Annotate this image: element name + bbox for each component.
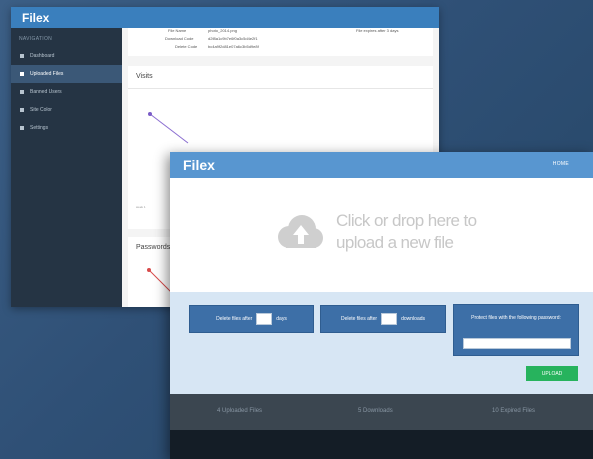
- sidebar-item-dashboard[interactable]: Dashboard: [11, 47, 122, 65]
- home-icon: [20, 54, 24, 58]
- files-icon: [20, 72, 24, 76]
- footer-bar: [170, 430, 593, 459]
- nav-home-link[interactable]: HOME: [553, 161, 569, 167]
- protect-password-label: Protect files with the following passwor…: [471, 315, 561, 321]
- panel-divider: [128, 88, 433, 89]
- delete-days-prefix: Delete files after: [216, 316, 253, 322]
- ban-icon: [20, 90, 24, 94]
- admin-sidebar: NAVIGATION Dashboard Uploaded Files Bann…: [11, 28, 122, 307]
- admin-logo: Filex: [22, 11, 50, 25]
- upload-options: Delete files after days Delete files aft…: [170, 292, 593, 394]
- file-name-value: photo_2014.png: [208, 28, 237, 33]
- downloads-count: 5 Downloads: [358, 408, 393, 414]
- visits-title: Visits: [136, 73, 153, 80]
- uploaded-files-count: 4 Uploaded Files: [217, 408, 263, 414]
- stats-bar: 4 Uploaded Files 5 Downloads 10 Expired …: [170, 394, 593, 430]
- gear-icon: [20, 126, 24, 130]
- download-code-value: d2f8a1c9b7e6f0a3c5d4e2f1: [208, 36, 258, 41]
- visits-point: [148, 112, 152, 116]
- days-input[interactable]: [256, 313, 273, 325]
- sidebar-item-banned-users[interactable]: Banned Users: [11, 83, 122, 101]
- expiry-note: File expires after 3 days: [356, 28, 399, 33]
- passwords-point: [147, 268, 151, 272]
- upload-header: Filex HOME: [170, 152, 593, 178]
- delete-days-suffix: days: [276, 316, 287, 322]
- cloud-upload-icon: [278, 215, 323, 248]
- upload-drop-zone[interactable]: Click or drop here to upload a new file: [170, 178, 593, 292]
- sidebar-item-label: Site Color: [30, 107, 52, 113]
- sidebar-item-label: Dashboard: [30, 53, 55, 59]
- file-name-label: File Name: [168, 28, 187, 33]
- brush-icon: [20, 108, 24, 112]
- delete-after-days-option: Delete files after days: [189, 305, 314, 333]
- passwords-title: Passwords: [136, 244, 171, 251]
- sidebar-item-uploaded-files[interactable]: Uploaded Files: [11, 65, 122, 83]
- delete-code-value: bc4a9f2d81e07a6c3b5d9e8f: [208, 44, 259, 49]
- sidebar-item-settings[interactable]: Settings: [11, 119, 122, 137]
- visits-line: [149, 113, 189, 144]
- delete-code-label: Delete Code: [175, 44, 198, 49]
- download-code-label: Download Code: [165, 36, 194, 41]
- sidebar-heading: NAVIGATION: [19, 36, 53, 42]
- sidebar-item-label: Settings: [30, 125, 49, 131]
- visits-axis-label: week 1: [136, 205, 146, 209]
- upload-button[interactable]: UPLOAD: [526, 366, 578, 381]
- password-protect-option: Protect files with the following passwor…: [453, 304, 579, 356]
- delete-downloads-suffix: downloads: [401, 316, 426, 322]
- file-info-box: File Name photo_2014.png Download Code d…: [128, 28, 433, 56]
- delete-after-downloads-option: Delete files after downloads: [320, 305, 446, 333]
- sidebar-item-label: Banned Users: [30, 89, 62, 95]
- expired-files-count: 10 Expired Files: [492, 408, 536, 414]
- downloads-input[interactable]: [381, 313, 398, 325]
- upload-window: Filex HOME Click or drop here to upload …: [170, 152, 593, 459]
- delete-downloads-prefix: Delete files after: [340, 316, 378, 322]
- upload-logo[interactable]: Filex: [183, 157, 215, 173]
- sidebar-item-label: Uploaded Files: [30, 71, 64, 77]
- admin-header: Filex: [11, 7, 439, 28]
- sidebar-item-site-color[interactable]: Site Color: [11, 101, 122, 119]
- drop-instruction: Click or drop here to upload a new file: [336, 211, 477, 252]
- password-input[interactable]: [463, 338, 571, 349]
